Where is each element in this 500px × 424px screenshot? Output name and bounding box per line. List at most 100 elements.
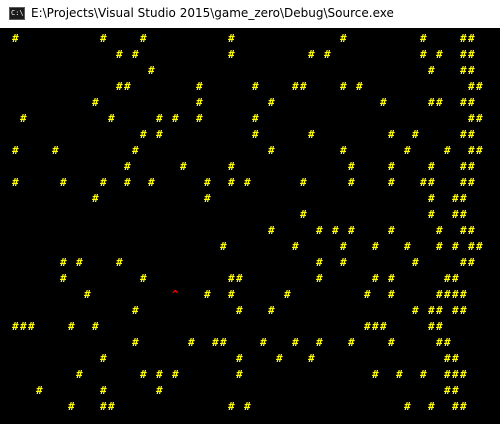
wall-char: # (156, 112, 163, 125)
wall-char: # (460, 224, 467, 237)
wall-char: # (276, 352, 283, 365)
wall-char: # (364, 320, 371, 333)
wall-char: # (236, 304, 243, 317)
wall-char: # (428, 208, 435, 221)
wall-char: # (460, 304, 467, 317)
wall-char: # (436, 288, 443, 301)
wall-char: # (340, 80, 347, 93)
wall-char: # (420, 48, 427, 61)
wall-char: # (100, 352, 107, 365)
wall-char: # (460, 192, 467, 205)
wall-char: # (268, 224, 275, 237)
wall-char: # (460, 128, 467, 141)
wall-char: # (348, 176, 355, 189)
wall-char: # (60, 272, 67, 285)
wall-char: # (12, 176, 19, 189)
wall-char: # (140, 128, 147, 141)
wall-char: # (12, 144, 19, 157)
wall-char: # (452, 272, 459, 285)
wall-char: # (316, 224, 323, 237)
wall-char: # (228, 48, 235, 61)
wall-char: # (156, 368, 163, 381)
wall-char: # (204, 176, 211, 189)
wall-char: # (196, 80, 203, 93)
wall-char: # (468, 240, 475, 253)
wall-char: # (236, 352, 243, 365)
wall-char: # (300, 80, 307, 93)
wall-char: # (180, 160, 187, 173)
wall-char: # (340, 144, 347, 157)
wall-char: # (436, 336, 443, 349)
wall-char: # (188, 336, 195, 349)
wall-char: # (308, 128, 315, 141)
wall-char: # (468, 112, 475, 125)
wall-char: # (76, 256, 83, 269)
wall-char: # (60, 256, 67, 269)
wall-char: # (460, 32, 467, 45)
wall-char: # (68, 320, 75, 333)
wall-char: # (452, 192, 459, 205)
wall-char: # (468, 160, 475, 173)
wall-char: # (268, 144, 275, 157)
wall-char: # (468, 128, 475, 141)
wall-char: # (436, 224, 443, 237)
wall-char: # (380, 320, 387, 333)
wall-char: # (100, 384, 107, 397)
wall-char: # (140, 368, 147, 381)
wall-char: # (460, 400, 467, 413)
wall-char: # (452, 304, 459, 317)
wall-char: # (100, 176, 107, 189)
wall-char: # (284, 288, 291, 301)
wall-char: # (228, 400, 235, 413)
console-text-grid: # # # # # # # # # # # # # # # # # # # # # # # # # # # # # # # # # # # # # # # #… (12, 32, 483, 413)
title-bar: C:\ E:\Projects\Visual Studio 2015\game_… (0, 0, 500, 28)
wall-char: # (476, 112, 483, 125)
wall-char: # (476, 144, 483, 157)
wall-char: # (108, 112, 115, 125)
wall-char: # (308, 48, 315, 61)
wall-char: # (396, 368, 403, 381)
wall-char: # (316, 256, 323, 269)
wall-char: # (388, 128, 395, 141)
wall-char: # (268, 96, 275, 109)
wall-char: # (84, 288, 91, 301)
wall-char: # (436, 320, 443, 333)
wall-char: # (172, 112, 179, 125)
wall-char: # (340, 240, 347, 253)
wall-char: # (252, 80, 259, 93)
wall-char: # (428, 320, 435, 333)
wall-char: # (300, 176, 307, 189)
wall-char: # (76, 368, 83, 381)
wall-char: # (92, 96, 99, 109)
wall-char: # (468, 80, 475, 93)
wall-char: # (420, 368, 427, 381)
wall-char: # (316, 272, 323, 285)
wall-char: # (228, 272, 235, 285)
wall-char: # (252, 112, 259, 125)
wall-char: # (468, 48, 475, 61)
wall-char: # (468, 176, 475, 189)
wall-char: # (388, 160, 395, 173)
wall-char: # (428, 160, 435, 173)
wall-char: # (220, 336, 227, 349)
wall-char: # (372, 272, 379, 285)
wall-char: # (428, 96, 435, 109)
wall-char: # (420, 176, 427, 189)
wall-char: # (460, 96, 467, 109)
wall-char: # (460, 160, 467, 173)
wall-char: # (412, 256, 419, 269)
wall-char: # (436, 304, 443, 317)
wall-char: # (348, 160, 355, 173)
wall-char: # (444, 144, 451, 157)
wall-char: # (156, 384, 163, 397)
wall-char: # (428, 64, 435, 77)
wall-char: # (460, 208, 467, 221)
wall-char: # (324, 48, 331, 61)
wall-char: # (12, 320, 19, 333)
wall-char: # (444, 368, 451, 381)
wall-char: # (268, 304, 275, 317)
wall-char: # (388, 272, 395, 285)
wall-char: # (428, 304, 435, 317)
wall-char: # (348, 224, 355, 237)
wall-char: # (340, 32, 347, 45)
